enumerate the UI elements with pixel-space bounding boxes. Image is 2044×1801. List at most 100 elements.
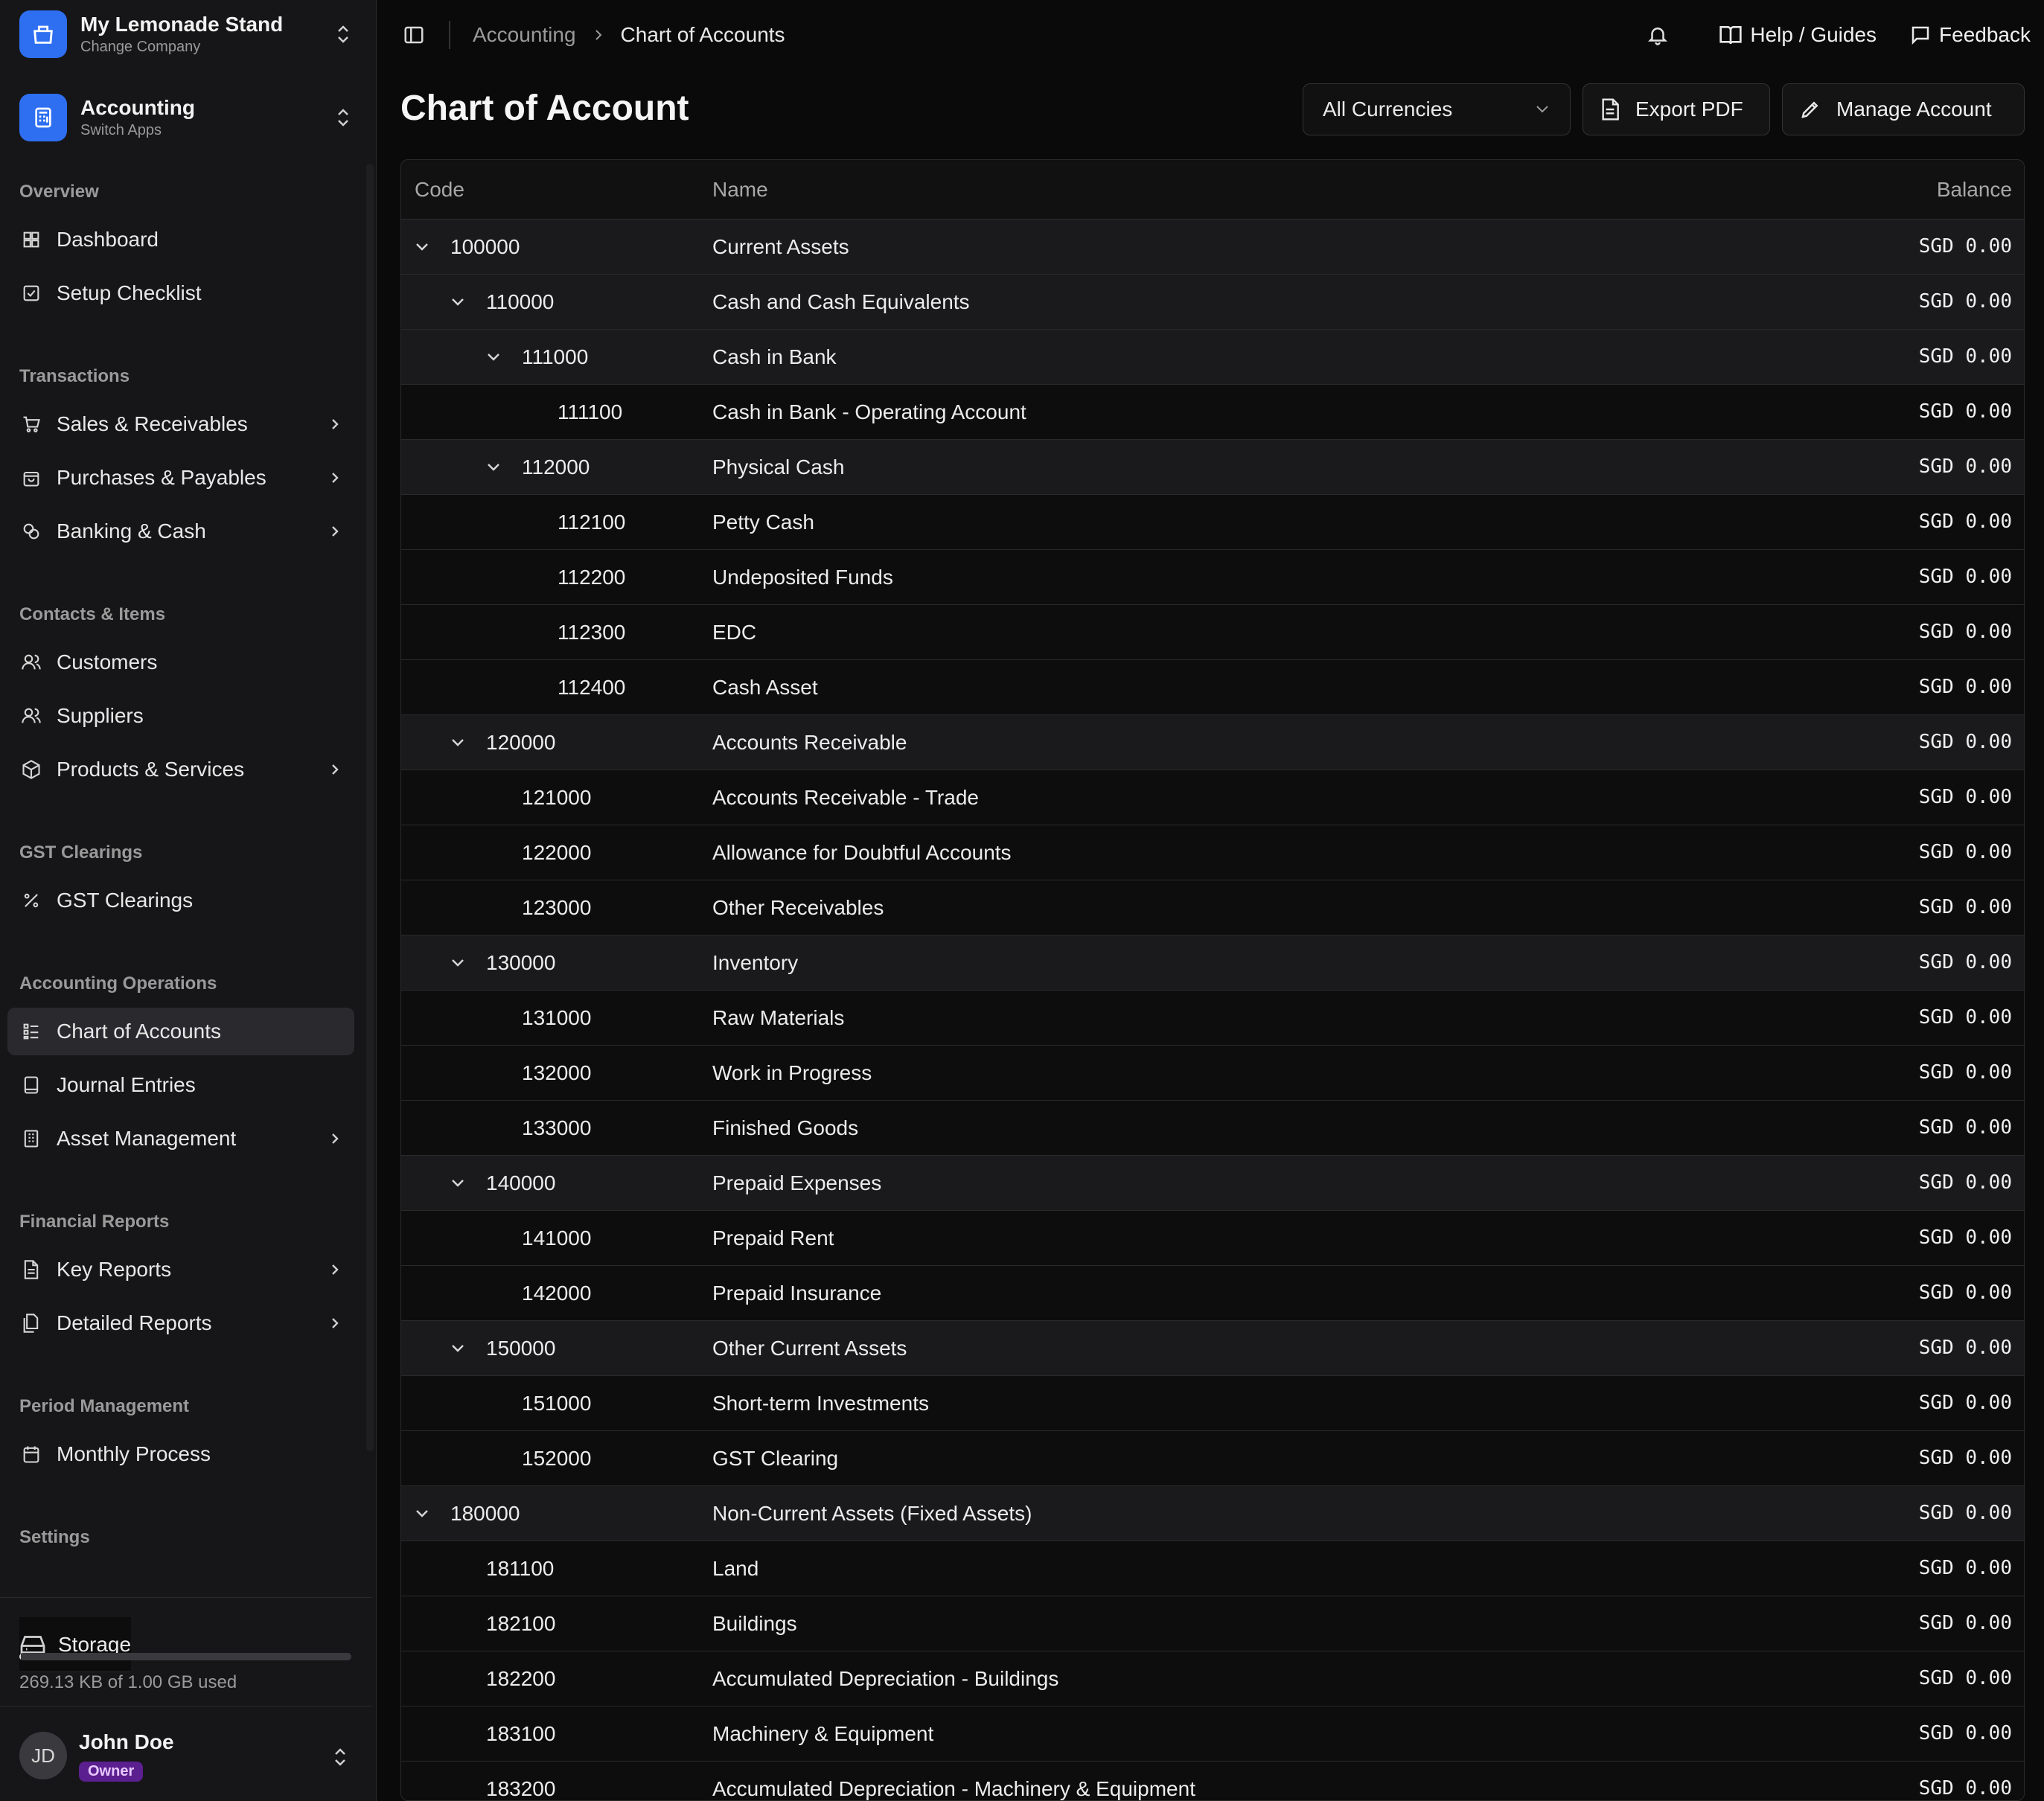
sidebar-item-customers[interactable]: Customers [7,639,354,686]
cart-icon [19,412,43,436]
chevrons-updown-icon [332,19,354,49]
manage-account-button[interactable]: Manage Account [1782,83,2025,135]
account-balance: SGD 0.00 [1918,1337,2012,1359]
table-row: 183200 Accumulated Depreciation - Machine… [401,1762,2024,1800]
table-row: 182100 Buildings SGD 0.00 [401,1596,2024,1651]
account-code: 183200 [486,1777,556,1800]
sidebar-item-chart-of-accounts[interactable]: Chart of Accounts [7,1008,354,1055]
table-row[interactable]: 130000 Inventory SGD 0.00 [401,935,2024,991]
chevron-right-icon [326,1261,344,1279]
account-name: Short-term Investments [712,1392,929,1415]
chevron-down-icon[interactable] [413,1505,431,1523]
sidebar-item-label: Setup Checklist [57,281,202,304]
sidebar-item-gst-clearings[interactable]: GST Clearings [7,877,354,924]
account-code: 182200 [486,1667,556,1690]
table-row[interactable]: 120000 Accounts Receivable SGD 0.00 [401,715,2024,770]
message-square-icon [1912,26,1929,45]
account-name: GST Clearing [712,1447,839,1470]
table-row: 112200 Undeposited Funds SGD 0.00 [401,550,2024,605]
app-switcher[interactable]: Accounting Switch Apps [19,88,354,147]
account-name: Non-Current Assets (Fixed Assets) [712,1502,1032,1525]
sidebar-item-journal-entries[interactable]: Journal Entries [7,1061,354,1109]
chevron-down-icon[interactable] [485,348,502,366]
coins-icon [19,519,43,543]
file-icon [19,1258,43,1282]
chevron-right-icon [326,1130,344,1148]
company-switcher[interactable]: My Lemonade Stand Change Company [19,4,354,64]
table-row[interactable]: 140000 Prepaid Expenses SGD 0.00 [401,1156,2024,1211]
chevron-down-icon[interactable] [449,293,467,311]
percent-icon [19,889,43,912]
chevron-down-icon[interactable] [485,458,502,476]
sidebar-scrollbar[interactable] [366,164,374,1451]
table-row[interactable]: 112000 Physical Cash SGD 0.00 [401,440,2024,495]
files-icon [19,1311,43,1335]
table-row[interactable]: 111000 Cash in Bank SGD 0.00 [401,330,2024,385]
sidebar-item-label: Detailed Reports [57,1311,212,1334]
table-row[interactable]: 110000 Cash and Cash Equivalents SGD 0.00 [401,275,2024,330]
top-bar: Accounting Chart of Accounts Help / Guid… [377,0,2044,70]
account-code: 150000 [486,1337,556,1360]
account-name: Accounts Receivable - Trade [712,786,979,809]
table-header: Code Name Balance [401,160,2024,220]
account-balance: SGD 0.00 [1918,1722,2012,1744]
sidebar-item-monthly-process[interactable]: Monthly Process [7,1430,354,1478]
account-code: 181100 [486,1557,555,1580]
account-balance: SGD 0.00 [1918,621,2012,643]
help-guides-link[interactable]: Help / Guides [1719,23,1877,47]
avatar: JD [19,1732,67,1779]
nav-group-label: Period Management [19,1396,190,1416]
sidebar-item-suppliers[interactable]: Suppliers [7,692,354,740]
sidebar-item-dashboard[interactable]: Dashboard [7,216,354,263]
sidebar-item-purchases-payables[interactable]: Purchases & Payables [7,454,354,502]
sidebar-item-asset-management[interactable]: Asset Management [7,1115,354,1162]
chevron-right-icon [326,415,344,433]
table-row[interactable]: 150000 Other Current Assets SGD 0.00 [401,1321,2024,1376]
chevron-down-icon[interactable] [449,1174,467,1192]
sidebar-item-setup-checklist[interactable]: Setup Checklist [7,269,354,317]
sidebar-item-label: Monthly Process [57,1442,211,1465]
account-code: 182100 [486,1612,556,1635]
chevron-down-icon[interactable] [449,734,467,752]
sidebar-item-label: Customers [57,650,158,674]
sidebar-toggle-icon[interactable] [401,22,427,48]
breadcrumb-accounting[interactable]: Accounting [473,23,576,47]
sidebar-item-label: Asset Management [57,1127,237,1150]
header-name: Name [712,178,768,201]
table-row[interactable]: 180000 Non-Current Assets (Fixed Assets) S… [401,1486,2024,1541]
table-row: 123000 Other Receivables SGD 0.00 [401,880,2024,935]
account-name: Allowance for Doubtful Accounts [712,841,1012,864]
export-pdf-button[interactable]: Export PDF [1582,83,1770,135]
table-body: 100000 Current Assets SGD 0.00 110000 Cash a… [401,220,2024,1800]
account-name: Cash and Cash Equivalents [712,290,970,313]
chevron-right-icon [326,522,344,540]
bell-icon[interactable] [1643,20,1673,50]
nav-group-label: Accounting Operations [19,973,217,994]
manage-account-label: Manage Account [1836,97,1992,121]
feedback-link[interactable]: Feedback [1909,23,2031,47]
account-balance: SGD 0.00 [1918,676,2012,698]
chevron-down-icon[interactable] [449,1340,467,1357]
account-balance: SGD 0.00 [1918,1006,2012,1029]
chevron-down-icon[interactable] [449,954,467,972]
sidebar: My Lemonade Stand Change Company Account… [0,0,377,1801]
app-sub: Switch Apps [80,122,162,138]
chevron-down-icon[interactable] [413,238,431,256]
user-menu[interactable]: JD John Doe Owner [0,1706,372,1801]
table-row: 183100 Machinery & Equipment SGD 0.00 [401,1706,2024,1762]
sidebar-item-key-reports[interactable]: Key Reports [7,1246,354,1293]
chevron-down-icon [1534,104,1550,115]
account-name: Machinery & Equipment [712,1722,934,1745]
account-code: 140000 [486,1171,556,1194]
sidebar-item-sales-receivables[interactable]: Sales & Receivables [7,400,354,448]
account-code: 132000 [522,1061,592,1084]
currency-select[interactable]: All Currencies [1303,83,1571,135]
sidebar-item-label: Chart of Accounts [57,1020,222,1043]
account-balance: SGD 0.00 [1918,455,2012,478]
sidebar-item-detailed-reports[interactable]: Detailed Reports [7,1299,354,1347]
sidebar-item-products-services[interactable]: Products & Services [7,746,354,793]
sidebar-item-banking-cash[interactable]: Banking & Cash [7,508,354,555]
feedback-label: Feedback [1939,23,2031,46]
table-row[interactable]: 100000 Current Assets SGD 0.00 [401,220,2024,275]
storage-progress-bar [19,1653,351,1660]
